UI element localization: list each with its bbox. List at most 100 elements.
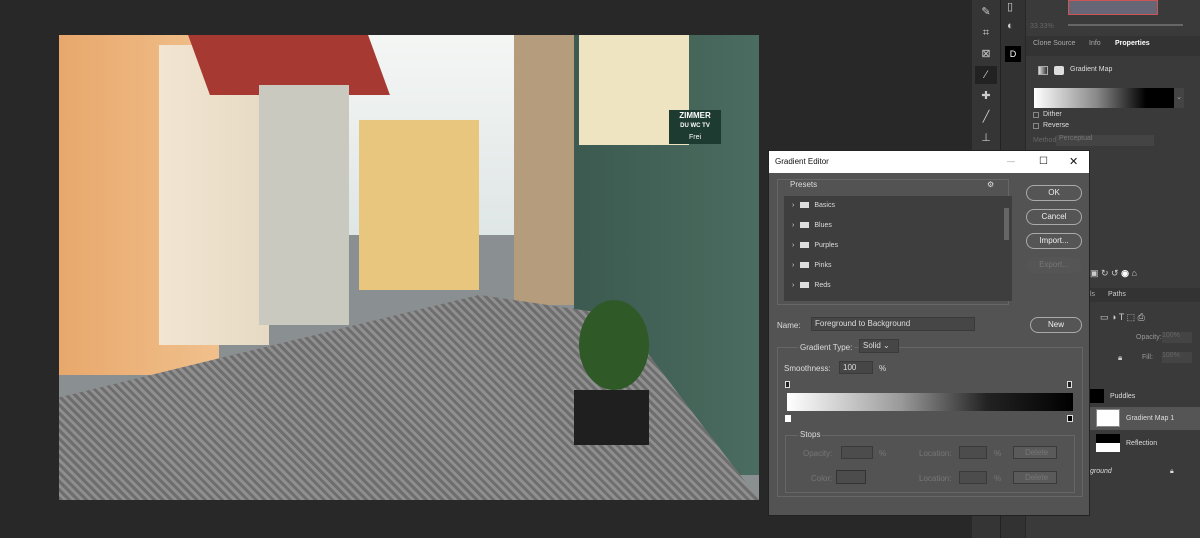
stamp-icon[interactable]: ⊥ [975, 129, 997, 147]
fill-input[interactable]: 100% [1162, 352, 1192, 363]
dither-checkbox[interactable] [1033, 112, 1039, 118]
color-stop[interactable] [785, 415, 791, 422]
preset-folder-reds[interactable]: › Reds [784, 276, 1012, 296]
zoom-slider[interactable] [1068, 24, 1183, 26]
tab-layers[interactable]: ls [1090, 291, 1095, 298]
presets-label: Presets [790, 180, 818, 189]
opacity-stop[interactable] [785, 381, 790, 388]
name-label: Name: [777, 321, 801, 330]
gradient-type-value: Solid [863, 341, 881, 350]
brush-icon[interactable]: ✎ [975, 3, 997, 21]
book-icon[interactable]: ▯ [1007, 0, 1013, 13]
stop-color-swatch[interactable] [836, 470, 866, 484]
folder-label: Basics [814, 202, 835, 209]
color-label: Color: [811, 474, 833, 483]
location-label: Location: [919, 474, 952, 483]
navigator-thumbnail[interactable] [1068, 0, 1158, 15]
layer-thumbnail [1096, 409, 1120, 428]
gradient-type-label: Gradient Type: [798, 343, 855, 352]
preset-folder-pinks[interactable]: › Pinks [784, 256, 1012, 276]
smoothness-input[interactable]: 100 [839, 361, 873, 374]
photo-sign: ZIMMER DU WC TV Frei [669, 110, 721, 144]
layer-item[interactable]: Reflection [1090, 432, 1200, 455]
folder-label: Purples [814, 242, 839, 249]
method-label: Method: [1033, 137, 1059, 144]
import-button[interactable]: Import... [1026, 233, 1082, 249]
dialog-titlebar[interactable]: Gradient Editor — ☐ ✕ [769, 151, 1089, 173]
tab-properties[interactable]: Properties [1115, 40, 1150, 47]
scrollbar[interactable] [1004, 208, 1009, 240]
layer-name: Puddles [1110, 393, 1136, 400]
color-location-input[interactable] [959, 471, 987, 484]
opacity-label: Opacity: [1136, 334, 1162, 341]
preset-folder-purples[interactable]: › Purples [784, 236, 1012, 256]
lock-icon: 🔒︎ [1170, 468, 1174, 475]
sign-sub: DU WC TV [680, 123, 710, 129]
folder-label: Blues [814, 222, 832, 229]
dither-label: Dither [1043, 111, 1062, 118]
mask-icon[interactable] [1054, 66, 1064, 75]
chevron-down-icon[interactable]: ⌄ [1174, 88, 1184, 108]
layer-name: Gradient Map 1 [1126, 415, 1175, 422]
opacity-stop[interactable] [1067, 381, 1072, 388]
gradient-preview-bar[interactable] [787, 393, 1073, 411]
zoom-value[interactable]: 33.33% [1030, 23, 1054, 30]
gradient-name-input[interactable]: Foreground to Background [811, 317, 975, 331]
percent-label: % [994, 474, 1002, 483]
layer-item-selected[interactable]: Gradient Map 1 [1090, 407, 1200, 430]
adjust-icon[interactable]: ◐ [1007, 20, 1014, 32]
cancel-button[interactable]: Cancel [1026, 209, 1082, 225]
healing-icon[interactable]: ✚ [975, 87, 997, 105]
tab-clone-source[interactable]: Clone Source [1033, 40, 1075, 47]
brush-icon[interactable]: ╱ [975, 108, 997, 126]
frame-icon[interactable]: ⊠ [975, 45, 997, 63]
stop-opacity-input[interactable] [841, 446, 873, 459]
export-button[interactable]: Export... [1026, 257, 1082, 273]
photo-building [259, 85, 349, 325]
dialog-title: Gradient Editor [775, 157, 829, 166]
layer-filter-icons[interactable]: ▭ ◑ T ⬚ ⎙ [1100, 312, 1145, 323]
tab-paths[interactable]: Paths [1108, 291, 1126, 298]
location-label: Location: [919, 449, 952, 458]
gear-icon[interactable]: ⚙ [987, 180, 994, 189]
stops-group [785, 435, 1075, 493]
maximize-icon[interactable]: ☐ [1039, 151, 1048, 173]
preset-folder-blues[interactable]: › Blues [784, 216, 1012, 236]
eyedropper-icon[interactable]: ⁄ [975, 66, 997, 84]
delete-opacity-stop-button[interactable]: Delete [1013, 446, 1057, 459]
opacity-label: Opacity: [803, 449, 833, 458]
preset-folder-basics[interactable]: › Basics [784, 196, 1012, 216]
crop-icon[interactable]: ⌗ [975, 24, 997, 42]
stops-label: Stops [798, 430, 823, 439]
smoothness-label: Smoothness: [784, 364, 831, 373]
folder-icon [800, 242, 810, 249]
tab-info[interactable]: Info [1089, 40, 1101, 47]
color-stop[interactable] [1067, 415, 1073, 422]
reverse-checkbox[interactable] [1033, 123, 1039, 129]
document-canvas[interactable]: ZIMMER DU WC TV Frei [59, 35, 759, 500]
properties-icon[interactable]: D [1005, 46, 1021, 62]
ok-button[interactable]: OK [1026, 185, 1082, 201]
photo-plant [579, 300, 649, 390]
sign-free: Frei [688, 134, 702, 141]
layer-item[interactable]: ground 🔒︎ [1090, 460, 1200, 483]
layers-tabbar [1090, 288, 1200, 302]
layer-thumbnail [1096, 434, 1120, 453]
gradient-map-preview[interactable] [1034, 88, 1174, 108]
method-select[interactable]: Perceptual [1056, 135, 1154, 146]
new-button[interactable]: New [1030, 317, 1082, 333]
layer-actions-icons[interactable]: ▣ ↻ ↺ ◉ ⌂ [1090, 268, 1137, 279]
gradient-type-select[interactable]: Solid ⌄ [859, 339, 899, 353]
layer-item[interactable]: Puddles [1090, 385, 1200, 408]
minimize-icon[interactable]: — [1007, 151, 1015, 173]
opacity-location-input[interactable] [959, 446, 987, 459]
opacity-input[interactable]: 100% [1162, 332, 1192, 343]
close-icon[interactable]: ✕ [1069, 151, 1078, 173]
folder-icon [800, 222, 810, 229]
photo-building [359, 120, 479, 290]
lock-icon[interactable]: 🔒︎ [1118, 353, 1122, 363]
folder-label: Reds [814, 282, 831, 289]
folder-icon [800, 282, 810, 289]
delete-color-stop-button[interactable]: Delete [1013, 471, 1057, 484]
folder-icon [800, 262, 810, 269]
